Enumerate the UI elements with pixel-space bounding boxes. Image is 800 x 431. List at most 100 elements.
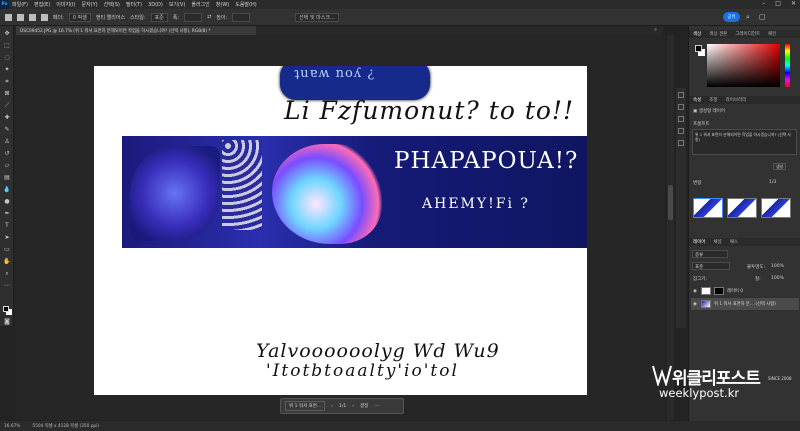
generate-mask-button[interactable]: 결정 [360, 403, 368, 409]
prompt-label: 프롬프트 [693, 122, 710, 127]
color-picker-field[interactable] [707, 44, 780, 87]
quick-mask-icon[interactable]: ◙ [3, 318, 11, 325]
visibility-eye-icon[interactable]: ◉ [693, 289, 698, 294]
menu-window[interactable]: 창(W) [216, 1, 229, 8]
visibility-eye-icon[interactable]: ◉ [693, 302, 698, 307]
collapse-icon[interactable]: » [654, 27, 657, 33]
stamp-tool-icon[interactable]: ♙ [3, 138, 11, 145]
menu-image[interactable]: 이미지(I) [56, 1, 75, 8]
info-panel-icon[interactable] [678, 104, 684, 110]
history-brush-icon[interactable]: ↺ [3, 150, 11, 157]
zoom-tool-icon[interactable]: ⌕ [3, 270, 11, 277]
tab-adjustments[interactable]: 조정 [709, 97, 717, 103]
tab-swatches[interactable]: 색상 견본 [709, 31, 727, 37]
height-input[interactable] [232, 12, 251, 22]
photoshop-logo: Ps [0, 0, 9, 9]
layers-panel-tabs: 레이어 채널 패스 [689, 238, 800, 246]
prompt-field[interactable]: 위 1 워셔 표면하 분해되어면 작업을 하시겠습니까? (선택 사항) [692, 129, 797, 155]
gradient-tool-icon[interactable]: ▤ [3, 174, 11, 181]
variations-count: 1/3 [769, 180, 777, 185]
handwritten-line-1: Li Fzfumonut? to to!! [284, 96, 575, 125]
eraser-tool-icon[interactable]: ▱ [3, 162, 11, 169]
dodge-tool-icon[interactable]: ● [3, 198, 11, 205]
menu-plugins[interactable]: 플러그인 [191, 1, 209, 8]
feather-input[interactable]: 0 픽셀 [68, 12, 91, 22]
width-input[interactable] [184, 12, 203, 22]
fill-value[interactable]: 100% [771, 276, 784, 281]
tab-paths[interactable]: 패스 [730, 239, 738, 245]
color-fg-swatch[interactable] [695, 45, 702, 52]
minimize-button[interactable]: – [762, 0, 765, 7]
share-button[interactable]: 공유 [723, 12, 740, 22]
select-and-mask-button[interactable]: 선택 및 마스크... [295, 12, 339, 22]
search-icon[interactable]: ⌕ [746, 13, 750, 22]
new-selection-icon[interactable] [17, 13, 24, 21]
tab-patterns[interactable]: 패턴 [768, 31, 776, 37]
blend-mode-select[interactable]: 표준 [692, 262, 730, 270]
history-panel-icon[interactable] [678, 92, 684, 98]
path-select-icon[interactable]: ➤ [3, 234, 11, 241]
eyedropper-icon[interactable]: ⟋ [3, 102, 11, 109]
menu-select[interactable]: 선택(S) [104, 1, 120, 8]
anti-alias-checkbox[interactable]: 앤티 앨리어스 [96, 14, 125, 21]
marquee-tool-icon[interactable] [5, 13, 12, 21]
marquee-tool-icon[interactable]: ⬚ [3, 42, 11, 49]
variation-thumbnail-1[interactable] [693, 198, 723, 218]
scrollbar-thumb[interactable] [668, 185, 673, 220]
magic-wand-icon[interactable]: ✦ [3, 66, 11, 73]
menu-file[interactable]: 파일(F) [12, 1, 28, 8]
style-select[interactable]: 표준 [150, 12, 168, 22]
layer-row[interactable]: ◉ 위 1 워셔 표면하 분... (선택 사항) [691, 298, 799, 310]
tab-gradients[interactable]: 그레이디언트 [735, 31, 760, 37]
opacity-value[interactable]: 100% [771, 264, 784, 269]
paragraph-panel-icon[interactable] [678, 128, 684, 134]
photoshop-window: Ps 파일(F) 편집(E) 이미지(I) 문자(Y) 선택(S) 필터(T) … [0, 0, 800, 431]
layer-thumbnail [701, 300, 711, 308]
maximize-button[interactable]: □ [775, 0, 781, 7]
move-tool-icon[interactable]: ✥ [3, 30, 11, 37]
workspace-icon[interactable]: ▢ [759, 13, 766, 22]
tab-properties[interactable]: 속성 [693, 97, 701, 103]
tab-libraries[interactable]: 라이브러리 [726, 97, 747, 103]
add-selection-icon[interactable] [29, 13, 36, 21]
menu-type[interactable]: 문자(Y) [81, 1, 97, 8]
more-options-icon[interactable]: ⋯ [374, 404, 379, 409]
crop-tool-icon[interactable]: ⌗ [3, 78, 11, 85]
document-tab[interactable]: DSC09452.JPG @ 16.7% (위 1 워셔 표면하 분해되어면 작… [16, 26, 256, 35]
pen-tool-icon[interactable]: ✒ [3, 210, 11, 217]
layer-kind-filter[interactable]: 종류 [692, 250, 728, 258]
prompt-select[interactable]: 위 1 워셔 표면... [285, 401, 326, 411]
tab-channels[interactable]: 채널 [713, 239, 721, 245]
tab-color[interactable]: 색상 [693, 31, 701, 37]
shape-tool-icon[interactable]: ▭ [3, 246, 11, 253]
close-button[interactable]: ✕ [791, 0, 796, 7]
prev-variation-icon[interactable]: ‹ [331, 404, 333, 409]
menu-help[interactable]: 도움말(H) [235, 1, 256, 8]
variation-thumbnail-2[interactable] [727, 198, 757, 218]
layer-row[interactable]: ◉ 레이어 0 [691, 285, 799, 297]
menu-view[interactable]: 보기(V) [169, 1, 186, 8]
menu-edit[interactable]: 편집(E) [34, 1, 50, 8]
swap-icon[interactable]: ⇄ [207, 14, 211, 20]
zoom-level[interactable]: 16.67% [4, 424, 20, 429]
variation-thumbnail-3[interactable] [761, 198, 791, 218]
generate-button[interactable]: 생성 [773, 163, 787, 170]
document-canvas[interactable]: ʇuɐʍ noʎ ¿ Li Fzfumonut? to to!! PHAPAPO… [94, 66, 587, 395]
hand-tool-icon[interactable]: ✋ [3, 258, 11, 265]
character-panel-icon[interactable] [678, 116, 684, 122]
brush-tool-icon[interactable]: ✎ [3, 126, 11, 133]
menu-3d[interactable]: 3D(D) [148, 2, 163, 8]
blur-tool-icon[interactable]: 💧 [3, 186, 11, 193]
healing-brush-icon[interactable]: ✚ [3, 114, 11, 121]
hue-slider[interactable] [785, 44, 790, 87]
foreground-color-swatch[interactable] [3, 306, 9, 312]
subtract-selection-icon[interactable] [41, 13, 48, 21]
tab-layers[interactable]: 레이어 [693, 239, 705, 245]
frame-tool-icon[interactable]: ⊠ [3, 90, 11, 97]
lasso-tool-icon[interactable]: ◌ [3, 54, 11, 61]
type-tool-icon[interactable]: T [3, 222, 11, 229]
menu-filter[interactable]: 필터(T) [126, 1, 142, 8]
next-variation-icon[interactable]: › [352, 404, 354, 409]
more-tools-icon[interactable]: ⋯ [3, 282, 11, 289]
brush-panel-icon[interactable] [678, 140, 684, 146]
